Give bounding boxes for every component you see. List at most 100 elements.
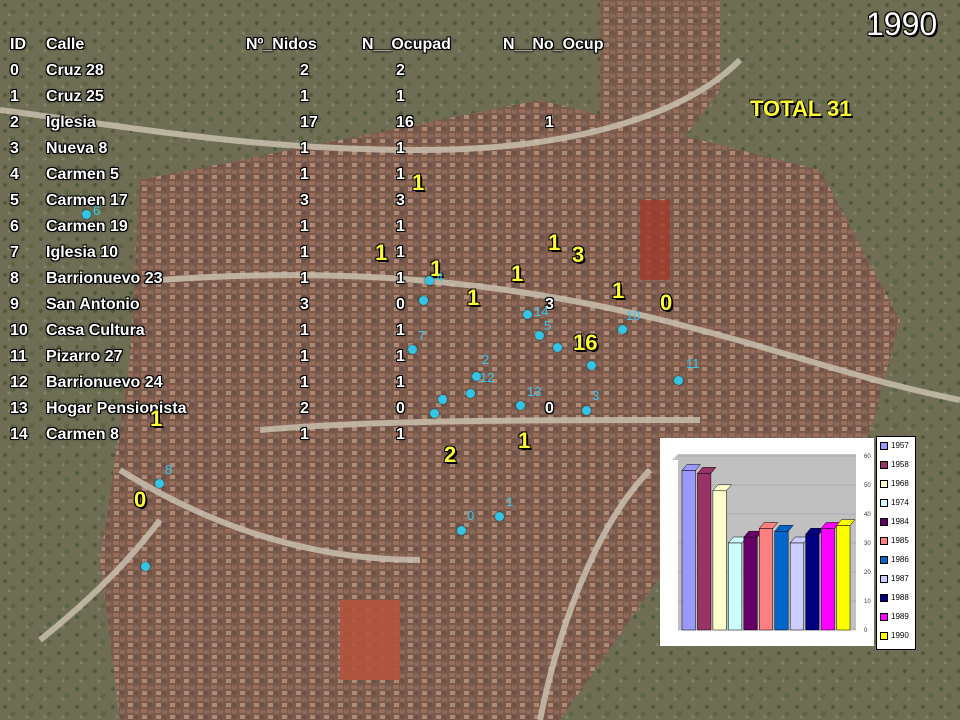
table-cell-id: 11 (10, 348, 27, 365)
nest-count: 1 (412, 170, 425, 195)
table-cell-id: 9 (10, 296, 19, 313)
legend-item: 1968 (880, 479, 909, 488)
table-cell-street: Barrionuevo 23 (46, 270, 163, 287)
table-cell-nidos: 1 (300, 166, 309, 183)
legend-item: 1987 (880, 574, 909, 583)
table-cell-ocupad: 1 (396, 374, 405, 391)
table-header-calle: Calle (46, 36, 85, 53)
legend-label: 1984 (891, 517, 909, 526)
nest-count: 2 (444, 442, 457, 467)
legend-swatch (880, 460, 888, 469)
legend-swatch (880, 498, 888, 507)
legend-item: 1990 (880, 631, 909, 640)
legend-swatch (880, 612, 888, 621)
chart-y-tick-label: 20 (864, 570, 871, 576)
table-cell-nidos: 1 (300, 426, 309, 443)
chart-y-tick-label: 30 (864, 541, 871, 547)
nest-count: 0 (660, 290, 673, 315)
table-cell-id: 10 (10, 322, 28, 339)
table-header-id: ID (10, 36, 26, 53)
table-cell-ocupad: 1 (396, 426, 405, 443)
year-label: 1990 (866, 6, 938, 42)
legend-swatch (880, 479, 888, 488)
legend-swatch (880, 517, 888, 526)
nest-id-label: 10 (626, 308, 641, 323)
nest-count: 0 (134, 487, 147, 512)
table-cell-ocupad: 1 (396, 270, 405, 287)
nest-count: 3 (572, 242, 585, 267)
nest-marker (430, 409, 439, 418)
nest-marker (582, 406, 591, 415)
table-cell-ocupad: 0 (396, 296, 405, 313)
table-cell-nidos: 17 (300, 114, 318, 131)
legend-swatch (880, 593, 888, 602)
table-cell-street: Carmen 17 (46, 192, 128, 209)
table-header-no-ocup: N__No_Ocup (503, 36, 604, 53)
table-cell-street: Nueva 8 (46, 140, 108, 157)
chart-y-tick-label: 50 (864, 483, 871, 489)
nest-count: 1 (518, 428, 531, 453)
nest-id-label: 3 (592, 388, 600, 403)
table-cell-ocupad: 1 (396, 140, 405, 157)
table-cell-ocupad: 16 (396, 114, 414, 131)
legend-label: 1958 (891, 460, 909, 469)
table-cell-id: 4 (10, 166, 19, 183)
nest-marker (425, 276, 434, 285)
legend-item: 1988 (880, 593, 909, 602)
nest-id-label: 7 (418, 328, 426, 343)
table-cell-street: Iglesia (46, 114, 96, 131)
nest-marker (535, 331, 544, 340)
table-header-nidos: Nº_Nidos (246, 36, 317, 53)
table-cell-no-ocup: 1 (545, 114, 554, 131)
table-cell-ocupad: 2 (396, 62, 405, 79)
legend-item: 1974 (880, 498, 909, 507)
table-cell-nidos: 1 (300, 322, 309, 339)
table-cell-street: Carmen 8 (46, 426, 119, 443)
table-cell-nidos: 1 (300, 270, 309, 287)
nest-count: 16 (573, 330, 598, 355)
table-cell-id: 8 (10, 270, 19, 287)
table-cell-id: 1 (10, 88, 19, 105)
legend-swatch (880, 574, 888, 583)
nest-id-label: 5 (544, 318, 552, 333)
legend-swatch (880, 536, 888, 545)
table-cell-ocupad: 0 (396, 400, 405, 417)
table-cell-street: Cruz 28 (46, 62, 104, 79)
legend-label: 1986 (891, 555, 909, 564)
legend-swatch (880, 555, 888, 564)
table-cell-id: 2 (10, 114, 19, 131)
table-cell-street: Cruz 25 (46, 88, 104, 105)
chart-y-tick-label: 60 (864, 454, 871, 460)
nest-marker (141, 562, 150, 571)
nest-count: 1 (548, 230, 561, 255)
nest-id-label: 2 (482, 352, 490, 367)
nest-count: 1 (467, 285, 480, 310)
table-cell-id: 0 (10, 62, 19, 79)
table-cell-street: Iglesia 10 (46, 244, 119, 261)
nest-count: 1 (511, 261, 524, 286)
legend-item: 1985 (880, 536, 909, 545)
chart-legend: 1957 1958 1968 1974 1984 1985 1986 1987 1988 1989… (876, 436, 916, 650)
total-label: TOTAL 31 (750, 96, 852, 121)
legend-label: 1957 (891, 441, 909, 450)
table-cell-ocupad: 1 (396, 166, 405, 183)
legend-item: 1989 (880, 612, 909, 621)
legend-swatch (880, 631, 888, 640)
nest-id-label: 8 (165, 462, 173, 477)
table-cell-ocupad: 1 (396, 348, 405, 365)
nest-id-label: 14 (534, 304, 549, 319)
table-cell-nidos: 3 (300, 192, 309, 209)
table-cell-ocupad: 3 (396, 192, 405, 209)
nest-marker (419, 296, 428, 305)
table-cell-street: Hogar Pensionista (46, 400, 187, 417)
legend-label: 1974 (891, 498, 909, 507)
nest-marker (466, 389, 475, 398)
table-cell-ocupad: 1 (396, 88, 405, 105)
legend-item: 1984 (880, 517, 909, 526)
legend-item: 1958 (880, 460, 909, 469)
legend-label: 1988 (891, 593, 909, 602)
table-cell-id: 14 (10, 426, 28, 443)
table-cell-ocupad: 1 (396, 218, 405, 235)
legend-label: 1989 (891, 612, 909, 621)
table-cell-id: 3 (10, 140, 19, 157)
